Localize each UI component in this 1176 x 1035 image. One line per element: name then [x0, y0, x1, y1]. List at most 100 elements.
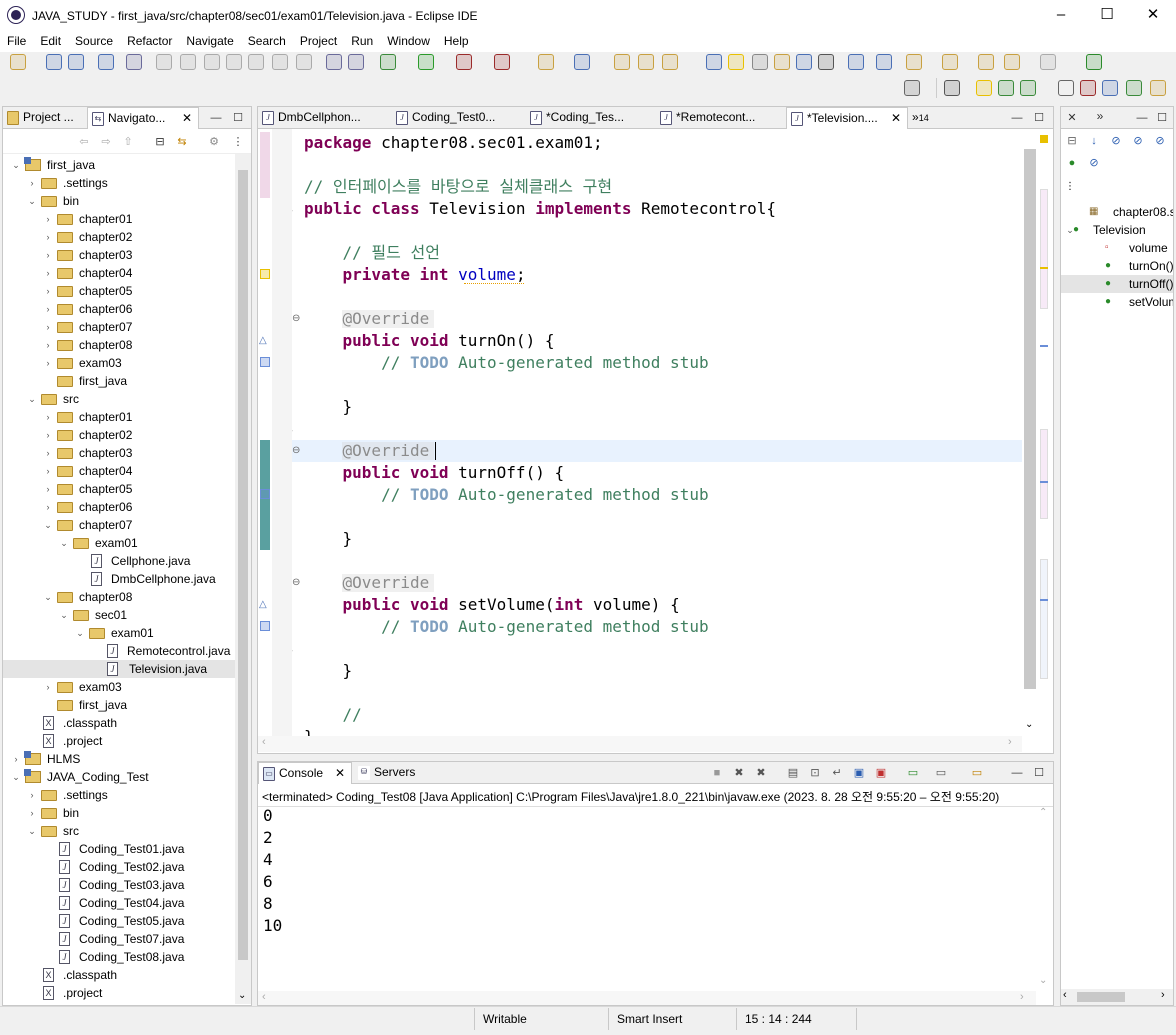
- expanded-chevron-icon[interactable]: ⌄: [75, 628, 85, 638]
- hierarchy-view-icon[interactable]: [1102, 80, 1118, 96]
- menu-help[interactable]: Help: [437, 32, 476, 52]
- overview-task-mark[interactable]: [1040, 345, 1048, 347]
- folder-item[interactable]: › chapter02: [3, 228, 235, 246]
- xml-file-item[interactable]: X .classpath: [3, 714, 235, 732]
- open-task-icon[interactable]: [638, 54, 654, 70]
- open-type-icon[interactable]: [614, 54, 630, 70]
- folder-item[interactable]: ⌄ bin: [3, 192, 235, 210]
- collapse-all-icon[interactable]: ⊟: [153, 135, 167, 149]
- folder-item[interactable]: › .settings: [3, 786, 235, 804]
- overflow-chevron-icon[interactable]: »: [1093, 109, 1107, 123]
- code-line[interactable]: public class Television implements Remot…: [304, 198, 776, 220]
- outline-view-icon[interactable]: [1080, 80, 1096, 96]
- java-perspective-icon[interactable]: [976, 80, 992, 96]
- scroll-down-icon[interactable]: ⌄: [1039, 975, 1047, 986]
- pin-console-icon[interactable]: ▭: [906, 766, 920, 780]
- folder-item[interactable]: ⌄ src: [3, 822, 235, 840]
- back-icon[interactable]: ⇦: [77, 135, 91, 149]
- folder-item[interactable]: › exam03: [3, 354, 235, 372]
- minimize-editor-icon[interactable]: —: [1010, 111, 1024, 125]
- collapsed-chevron-icon[interactable]: ›: [11, 754, 21, 764]
- collapsed-chevron-icon[interactable]: ›: [43, 448, 53, 458]
- outline-item[interactable]: ● setVolume(int) : void: [1061, 293, 1173, 311]
- xml-file-item[interactable]: X .classpath: [3, 966, 235, 984]
- folder-item[interactable]: › exam03: [3, 678, 235, 696]
- show-stdout-icon[interactable]: ▣: [852, 766, 866, 780]
- step-into-icon[interactable]: [248, 54, 264, 70]
- menu-navigate[interactable]: Navigate: [179, 32, 240, 52]
- task-icon[interactable]: [260, 621, 270, 631]
- tab-servers[interactable]: ⛁ Servers: [354, 762, 434, 784]
- expanded-chevron-icon[interactable]: ⌄: [43, 592, 53, 602]
- collapsed-chevron-icon[interactable]: ›: [27, 790, 37, 800]
- menu-search[interactable]: Search: [241, 32, 293, 52]
- collapsed-chevron-icon[interactable]: ›: [43, 340, 53, 350]
- show-whitespace-icon[interactable]: [774, 54, 790, 70]
- expanded-chevron-icon[interactable]: ⌄: [11, 772, 21, 782]
- code-line[interactable]: }: [304, 660, 353, 682]
- pin-icon[interactable]: [126, 54, 142, 70]
- overview-task-mark[interactable]: [1040, 481, 1048, 483]
- overview-warning-mark[interactable]: [1040, 267, 1048, 269]
- view-menu-icon[interactable]: ⋮: [1065, 181, 1075, 192]
- outline-item[interactable]: ● turnOn() : void: [1061, 257, 1173, 275]
- tab-overflow[interactable]: »14: [912, 110, 929, 124]
- collapsed-chevron-icon[interactable]: ›: [43, 682, 53, 692]
- hide-static-icon[interactable]: ⊘: [1131, 134, 1145, 148]
- suspend-icon[interactable]: [180, 54, 196, 70]
- save-all-icon[interactable]: [68, 54, 84, 70]
- folder-item[interactable]: › chapter06: [3, 300, 235, 318]
- link-editor-icon[interactable]: ⇆: [175, 135, 189, 149]
- java-file-item[interactable]: J Coding_Test05.java: [3, 912, 235, 930]
- java-file-item[interactable]: J DmbCellphone.java: [3, 570, 235, 588]
- last-edit-icon[interactable]: [978, 54, 994, 70]
- maximize-view-icon[interactable]: ☐: [231, 111, 245, 125]
- open-console-icon[interactable]: ▭: [970, 766, 984, 780]
- folder-item[interactable]: › chapter08: [3, 336, 235, 354]
- scroll-left-icon[interactable]: ‹: [262, 991, 266, 1003]
- maximize-view-icon[interactable]: ☐: [1155, 111, 1169, 125]
- mark-occurrences-icon[interactable]: [728, 54, 744, 70]
- expanded-chevron-icon[interactable]: ⌄: [27, 826, 37, 836]
- expanded-chevron-icon[interactable]: ⌄: [43, 520, 53, 530]
- menu-edit[interactable]: Edit: [33, 32, 68, 52]
- link-editor-icon[interactable]: ⊘: [1087, 156, 1101, 170]
- editor-tab[interactable]: J *Remotecont...: [656, 107, 784, 129]
- close-tab-icon[interactable]: ✕: [1065, 111, 1079, 125]
- folder-item[interactable]: ⌄ chapter07: [3, 516, 235, 534]
- disconnect-icon[interactable]: [226, 54, 242, 70]
- folder-item[interactable]: › chapter07: [3, 318, 235, 336]
- java-file-item[interactable]: J Coding_Test04.java: [3, 894, 235, 912]
- annotation-icon[interactable]: [706, 54, 722, 70]
- java-file-item[interactable]: J Television.java: [3, 660, 235, 678]
- close-button[interactable]: ✕: [1130, 0, 1176, 32]
- menu-project[interactable]: Project: [293, 32, 344, 52]
- menu-refactor[interactable]: Refactor: [120, 32, 179, 52]
- folder-item[interactable]: › chapter04: [3, 462, 235, 480]
- step-over-icon[interactable]: [272, 54, 288, 70]
- remove-all-icon[interactable]: ✖: [754, 766, 768, 780]
- up-icon[interactable]: ⇧: [121, 135, 135, 149]
- collapsed-chevron-icon[interactable]: ›: [43, 214, 53, 224]
- folder-item[interactable]: › chapter02: [3, 426, 235, 444]
- word-wrap-icon[interactable]: ↵: [830, 766, 844, 780]
- java-file-item[interactable]: J Remotecontrol.java: [3, 642, 235, 660]
- warning-overview-icon[interactable]: [1040, 135, 1048, 143]
- open-perspective-icon[interactable]: [944, 80, 960, 96]
- run-icon[interactable]: [418, 54, 434, 70]
- expanded-chevron-icon[interactable]: ⌄: [59, 538, 69, 548]
- outline-item[interactable]: ▦ chapter08.sec01.exam01: [1061, 203, 1173, 221]
- code-line[interactable]: public void setVolume(int volume) {: [304, 594, 680, 616]
- tab-console[interactable]: ▭ Console ✕: [258, 762, 352, 784]
- code-line[interactable]: }: [304, 726, 314, 736]
- code-line[interactable]: public void turnOn() {: [304, 330, 555, 352]
- debug-perspective-icon[interactable]: [998, 80, 1014, 96]
- folder-item[interactable]: ⌄ exam01: [3, 534, 235, 552]
- outline-item[interactable]: ⌄ ● Television: [1061, 221, 1173, 239]
- forward-icon[interactable]: ⇨: [99, 135, 113, 149]
- folder-item[interactable]: › chapter01: [3, 408, 235, 426]
- minimize-view-icon[interactable]: —: [1135, 111, 1149, 125]
- quick-access-icon[interactable]: [904, 80, 920, 96]
- expanded-chevron-icon[interactable]: ⌄: [11, 160, 21, 170]
- terminal-icon[interactable]: [98, 54, 114, 70]
